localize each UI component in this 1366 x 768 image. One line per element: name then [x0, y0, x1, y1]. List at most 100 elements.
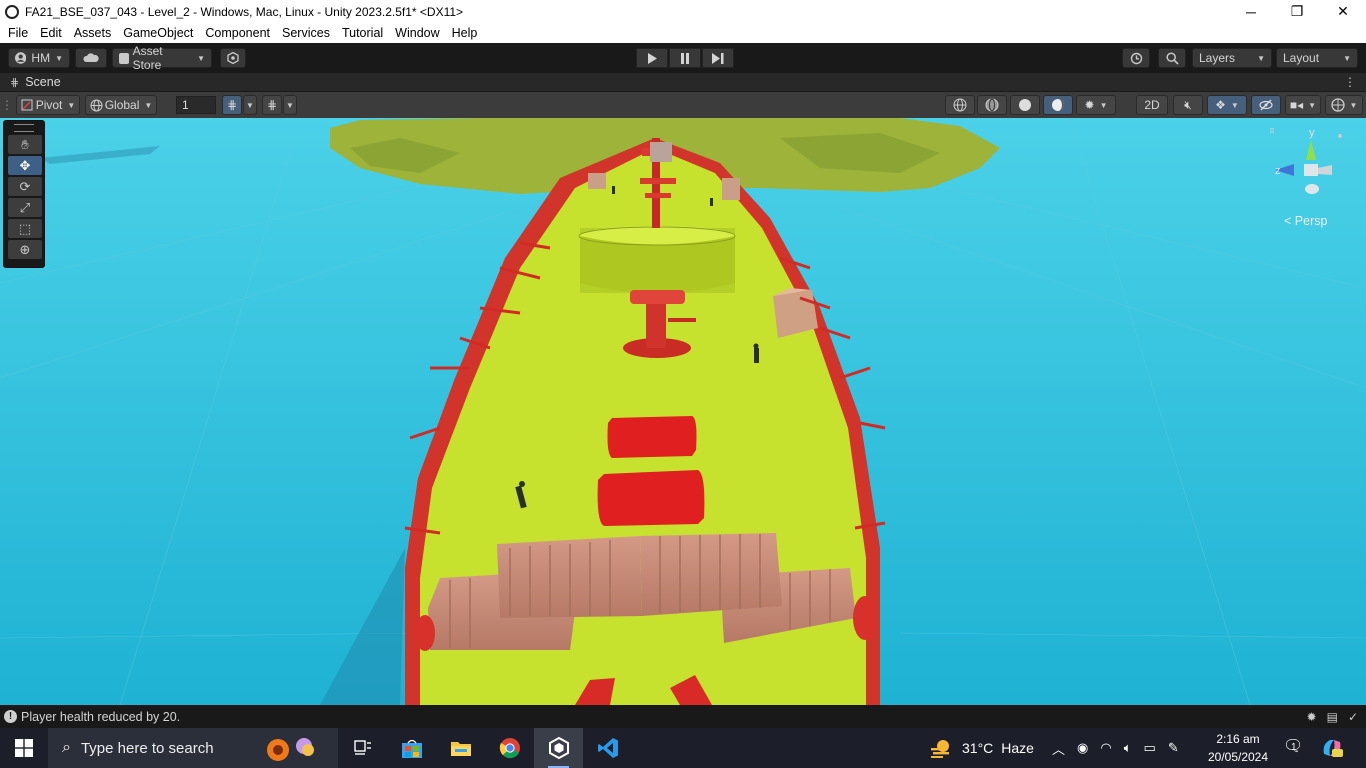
hatch-2 — [597, 470, 705, 526]
grid-snapping-toggle[interactable]: ⋕ — [222, 95, 242, 115]
taskbar-clock[interactable]: 2:16 am 20/05/2024 — [1200, 730, 1276, 766]
scene-view[interactable] — [0, 118, 1366, 705]
transform-tool-icon[interactable]: ⊕ — [8, 240, 42, 259]
notification-button[interactable]: 🗨︎ 1 — [1283, 736, 1303, 756]
more-options-icon[interactable]: ⋮ — [1344, 75, 1356, 89]
draw-mode-lit[interactable] — [1043, 95, 1073, 115]
weather-temperature: 31°C — [962, 740, 994, 756]
global-dropdown[interactable]: Global ▼ — [85, 95, 157, 115]
battery-icon[interactable]: ▭ — [1144, 740, 1156, 756]
account-dropdown[interactable]: HM ▼ — [8, 48, 70, 68]
effects-dropdown[interactable]: ❖ ▼ — [1207, 95, 1247, 115]
menu-help[interactable]: Help — [446, 26, 484, 40]
vscode-app[interactable] — [583, 728, 632, 768]
playback-controls — [636, 48, 735, 68]
rotate-tool-icon[interactable]: ⟳ — [8, 177, 42, 196]
show-hidden-icons-icon[interactable]: ︿ — [1052, 739, 1065, 758]
hand-tool-icon[interactable]: ✋︎ — [8, 135, 42, 154]
task-view-icon — [353, 740, 371, 755]
search-button[interactable] — [1158, 48, 1186, 68]
grid-visibility-dropdown[interactable]: ▼ — [283, 95, 297, 115]
chrome-app[interactable] — [485, 728, 534, 768]
console-message[interactable]: Player health reduced by 20. — [21, 710, 180, 724]
gizmos-dropdown[interactable]: ▼ — [1325, 95, 1363, 115]
scene-render[interactable] — [0, 118, 1366, 705]
volume-icon[interactable]: 🔈︎ — [1124, 740, 1132, 756]
draw-mode-shaded-wireframe[interactable] — [945, 95, 975, 115]
scene-visibility-toggle[interactable] — [1251, 95, 1281, 115]
audio-toggle[interactable]: 🔇︎ — [1173, 95, 1203, 115]
menu-assets[interactable]: Assets — [68, 26, 118, 40]
crate-small-right — [722, 178, 740, 200]
status-ok-icon[interactable]: ✓ — [1348, 710, 1358, 724]
unity-icon — [548, 737, 569, 759]
file-explorer-app[interactable] — [436, 728, 485, 768]
shaded-wire-sphere-icon — [985, 98, 999, 112]
draw-mode-shaded[interactable] — [1010, 95, 1040, 115]
microsoft-store-app[interactable] — [387, 728, 436, 768]
grid-snap-icon: ⋕ — [226, 98, 238, 112]
pen-icon[interactable]: ✎ — [1168, 740, 1179, 756]
task-view-button[interactable] — [338, 728, 387, 768]
draw-mode-shaded-wire[interactable] — [977, 95, 1007, 115]
layout-dropdown[interactable]: Layout ▼ — [1276, 48, 1358, 68]
copilot-button[interactable] — [1320, 736, 1344, 763]
grid-snap-input[interactable]: 1 — [176, 96, 216, 114]
cache-server-icon[interactable]: ▤ — [1327, 710, 1338, 724]
menu-tutorial[interactable]: Tutorial — [336, 26, 389, 40]
menu-edit[interactable]: Edit — [34, 26, 68, 40]
2d-label: 2D — [1144, 98, 1160, 112]
chevron-down-icon: ▼ — [1308, 100, 1317, 110]
menu-services[interactable]: Services — [276, 26, 336, 40]
services-button[interactable] — [220, 48, 246, 68]
menu-window[interactable]: Window — [389, 26, 445, 40]
projection-label[interactable]: < Persp — [1284, 214, 1327, 228]
tab-scene[interactable]: Scene — [25, 75, 60, 89]
menu-file[interactable]: File — [0, 26, 34, 40]
step-button[interactable] — [702, 48, 734, 68]
haze-icon — [931, 740, 949, 758]
grid-visibility-toggle[interactable]: ⋕ — [262, 95, 282, 115]
cloud-button[interactable] — [75, 48, 107, 68]
play-button[interactable] — [636, 48, 668, 68]
layers-dropdown[interactable]: Layers ▼ — [1192, 48, 1272, 68]
orientation-gizmo[interactable]: y z < Persp — [1260, 124, 1360, 234]
pivot-dropdown[interactable]: Pivot ▼ — [16, 95, 80, 115]
search-icon: ⌕ — [62, 739, 71, 756]
scene-grid-icon: ⋕ — [10, 76, 20, 89]
record-icon[interactable]: ◉ — [1077, 740, 1088, 756]
bug-report-icon[interactable]: ✹ — [1307, 710, 1317, 724]
move-tool-icon[interactable]: ✥ — [8, 156, 42, 175]
debug-draw-dropdown[interactable]: ✹ ▼ — [1076, 95, 1116, 115]
palette-grip[interactable] — [14, 124, 34, 132]
taskbar-search[interactable]: ⌕ Type here to search — [48, 728, 338, 768]
menu-component[interactable]: Component — [199, 26, 276, 40]
start-button[interactable] — [0, 728, 48, 768]
status-bar: ! Player health reduced by 20. ✹ ▤ ✓ — [0, 705, 1366, 728]
wifi-icon[interactable]: ◠ — [1100, 740, 1111, 756]
menu-bar: File Edit Assets GameObject Component Se… — [0, 23, 1366, 43]
unity-app[interactable] — [534, 728, 583, 768]
pause-button[interactable] — [669, 48, 701, 68]
cloud-icon — [83, 53, 99, 62]
2d-toggle[interactable]: 2D — [1136, 95, 1168, 115]
effects-icon: ❖ — [1215, 98, 1226, 112]
menu-gameobject[interactable]: GameObject — [117, 26, 199, 40]
grid-snapping-dropdown[interactable]: ▼ — [243, 95, 257, 115]
minimize-button[interactable]: ─ — [1228, 0, 1274, 23]
asset-store-label: Asset Store — [132, 44, 163, 72]
unity-logo-icon — [5, 4, 19, 19]
play-icon — [648, 52, 657, 64]
rect-tool-icon[interactable]: ⬚ — [8, 219, 42, 238]
main-toolbar: HM ▼ Asset Store ▼ Layers ▼ Layout ▼ — [0, 43, 1366, 73]
weather-widget[interactable]: 31°C Haze — [930, 728, 1034, 768]
undo-history-button[interactable] — [1122, 48, 1150, 68]
scale-tool-icon[interactable]: ⤢ — [8, 198, 42, 217]
info-icon: ! — [4, 710, 17, 723]
close-button[interactable]: ✕ — [1320, 0, 1366, 23]
asset-store-dropdown[interactable]: Asset Store ▼ — [112, 44, 212, 72]
maximize-button[interactable]: ❐ — [1274, 0, 1320, 23]
camera-dropdown[interactable]: ■◂ ▼ — [1285, 95, 1321, 115]
chevron-down-icon: ▼ — [1349, 100, 1358, 110]
history-icon — [1130, 52, 1142, 64]
